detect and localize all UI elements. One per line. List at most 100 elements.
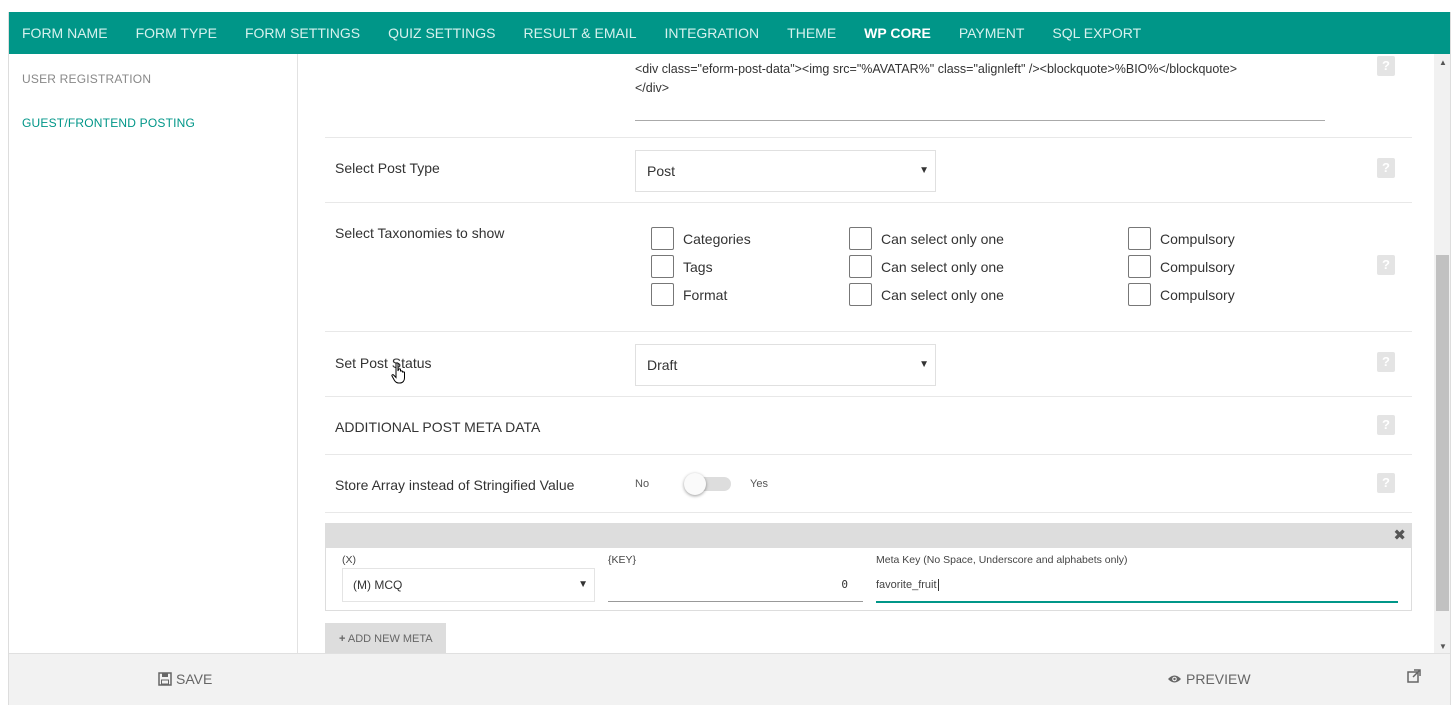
question-icon[interactable]: ? (1377, 56, 1395, 76)
toggle-no-label: No (635, 478, 650, 490)
tab-form-name[interactable]: FORM NAME (22, 12, 108, 54)
checkbox-icon (651, 255, 674, 278)
format-single-checkbox[interactable]: Can select only one (849, 283, 1004, 306)
checkbox-icon (1128, 283, 1151, 306)
meta-key-label: {KEY} (608, 554, 637, 566)
tags-single-checkbox[interactable]: Can select only one (849, 255, 1004, 278)
meta-key-name-label: Meta Key (No Space, Underscore and alpha… (876, 554, 1128, 566)
store-array-row: Store Array instead of Stringified Value… (325, 455, 1412, 513)
tab-integration[interactable]: INTEGRATION (665, 12, 760, 54)
store-array-toggle[interactable] (684, 473, 731, 495)
vertical-scrollbar[interactable]: ▲ ▼ (1434, 54, 1450, 653)
meta-element-select[interactable]: (M) MCQ ▼ (342, 568, 595, 602)
meta-key-name-input[interactable]: favorite_fruit (876, 570, 1398, 603)
question-icon[interactable]: ? (1377, 158, 1395, 178)
meta-key-name-value: favorite_fruit (876, 579, 937, 591)
tab-sql-export[interactable]: SQL EXPORT (1052, 12, 1141, 54)
taxonomies-row: Select Taxonomies to show Categories Can… (325, 203, 1412, 332)
tags-compulsory-checkbox[interactable]: Compulsory (1128, 255, 1235, 278)
meta-element-label: (X) (342, 554, 356, 566)
toggle-knob (684, 473, 706, 495)
compulsory-label: Compulsory (1160, 230, 1235, 247)
checkbox-icon (849, 227, 872, 250)
sidebar-item-guest-posting[interactable]: GUEST/FRONTEND POSTING (22, 116, 195, 130)
toggle-yes-label: Yes (750, 478, 768, 490)
compulsory-label: Compulsory (1160, 286, 1235, 303)
main-content: <div class="eform-post-data"><img src="%… (299, 54, 1434, 653)
question-icon[interactable]: ? (1377, 255, 1395, 275)
question-icon[interactable]: ? (1377, 415, 1395, 435)
scroll-thumb[interactable] (1436, 255, 1449, 611)
taxonomy-label: Tags (683, 258, 713, 275)
tab-result-email[interactable]: RESULT & EMAIL (523, 12, 636, 54)
post-type-value: Post (647, 163, 676, 179)
additional-meta-row: ADDITIONAL POST META DATA ? (325, 397, 1412, 455)
save-button[interactable]: SAVE (158, 671, 212, 687)
caret-down-icon: ▼ (919, 165, 929, 176)
post-type-select[interactable]: Post ▼ (635, 150, 936, 192)
caret-down-icon: ▼ (578, 579, 588, 590)
tab-form-type[interactable]: FORM TYPE (136, 12, 217, 54)
external-link-icon[interactable] (1407, 669, 1421, 686)
preview-label: PREVIEW (1186, 671, 1251, 687)
post-type-label: Select Post Type (335, 160, 440, 176)
add-new-meta-button[interactable]: + ADD NEW META (325, 623, 446, 653)
plus-icon: + (339, 633, 346, 645)
close-icon[interactable]: ✖ (1393, 527, 1406, 545)
categories-compulsory-checkbox[interactable]: Compulsory (1128, 227, 1235, 250)
checkbox-icon (651, 227, 674, 250)
hand-cursor-icon (391, 362, 407, 389)
taxonomy-categories-checkbox[interactable]: Categories (651, 227, 751, 250)
single-select-label: Can select only one (881, 286, 1004, 303)
post-status-select[interactable]: Draft ▼ (635, 344, 936, 386)
post-status-value: Draft (647, 357, 678, 373)
checkbox-icon (849, 255, 872, 278)
question-icon[interactable]: ? (1377, 473, 1395, 493)
compulsory-label: Compulsory (1160, 258, 1235, 275)
footer-bar: SAVE PREVIEW (9, 653, 1450, 705)
tab-theme[interactable]: THEME (787, 12, 836, 54)
post-type-row: Select Post Type Post ▼ ? (325, 138, 1412, 203)
template-code-row: <div class="eform-post-data"><img src="%… (325, 54, 1412, 138)
save-label: SAVE (176, 671, 213, 687)
template-code-underline (635, 120, 1325, 121)
checkbox-icon (1128, 227, 1151, 250)
taxonomies-label: Select Taxonomies to show (335, 225, 505, 241)
text-caret (937, 579, 939, 591)
floppy-icon (158, 672, 172, 686)
tab-form-settings[interactable]: FORM SETTINGS (245, 12, 360, 54)
store-array-label: Store Array instead of Stringified Value (335, 477, 575, 493)
taxonomy-format-checkbox[interactable]: Format (651, 283, 727, 306)
add-new-meta-label: ADD NEW META (347, 633, 433, 645)
sidebar-item-user-registration[interactable]: USER REGISTRATION (22, 72, 151, 86)
tab-wp-core[interactable]: WP CORE (864, 12, 931, 54)
template-code-line-2: </div> (635, 81, 670, 95)
meta-entry-header: ✖ (326, 524, 1411, 548)
meta-entry-block: ✖ (X) {KEY} Meta Key (No Space, Undersco… (325, 523, 1412, 611)
taxonomy-label: Categories (683, 230, 751, 247)
question-icon[interactable]: ? (1377, 352, 1395, 372)
scroll-down-arrow-icon[interactable]: ▼ (1439, 642, 1447, 651)
single-select-label: Can select only one (881, 230, 1004, 247)
scroll-up-arrow-icon[interactable]: ▲ (1439, 58, 1447, 67)
caret-down-icon: ▼ (919, 359, 929, 370)
sidebar: USER REGISTRATION GUEST/FRONTEND POSTING (9, 54, 298, 653)
eye-icon (1167, 673, 1182, 685)
checkbox-icon (849, 283, 872, 306)
categories-single-checkbox[interactable]: Can select only one (849, 227, 1004, 250)
taxonomy-tags-checkbox[interactable]: Tags (651, 255, 713, 278)
preview-button[interactable]: PREVIEW (1167, 671, 1251, 687)
post-status-label: Set Post Status (335, 355, 432, 371)
checkbox-icon (651, 283, 674, 306)
tab-payment[interactable]: PAYMENT (959, 12, 1025, 54)
single-select-label: Can select only one (881, 258, 1004, 275)
template-code-text[interactable]: <div class="eform-post-data"><img src="%… (635, 60, 1325, 98)
format-compulsory-checkbox[interactable]: Compulsory (1128, 283, 1235, 306)
template-code-line-1: <div class="eform-post-data"><img src="%… (635, 62, 1238, 76)
additional-meta-heading: ADDITIONAL POST META DATA (335, 419, 541, 435)
meta-element-value: (M) MCQ (353, 578, 403, 592)
meta-key-input[interactable]: 0 (608, 570, 863, 602)
post-status-row: Set Post Status Draft ▼ ? (325, 332, 1412, 397)
taxonomy-label: Format (683, 286, 728, 303)
tab-quiz-settings[interactable]: QUIZ SETTINGS (388, 12, 495, 54)
